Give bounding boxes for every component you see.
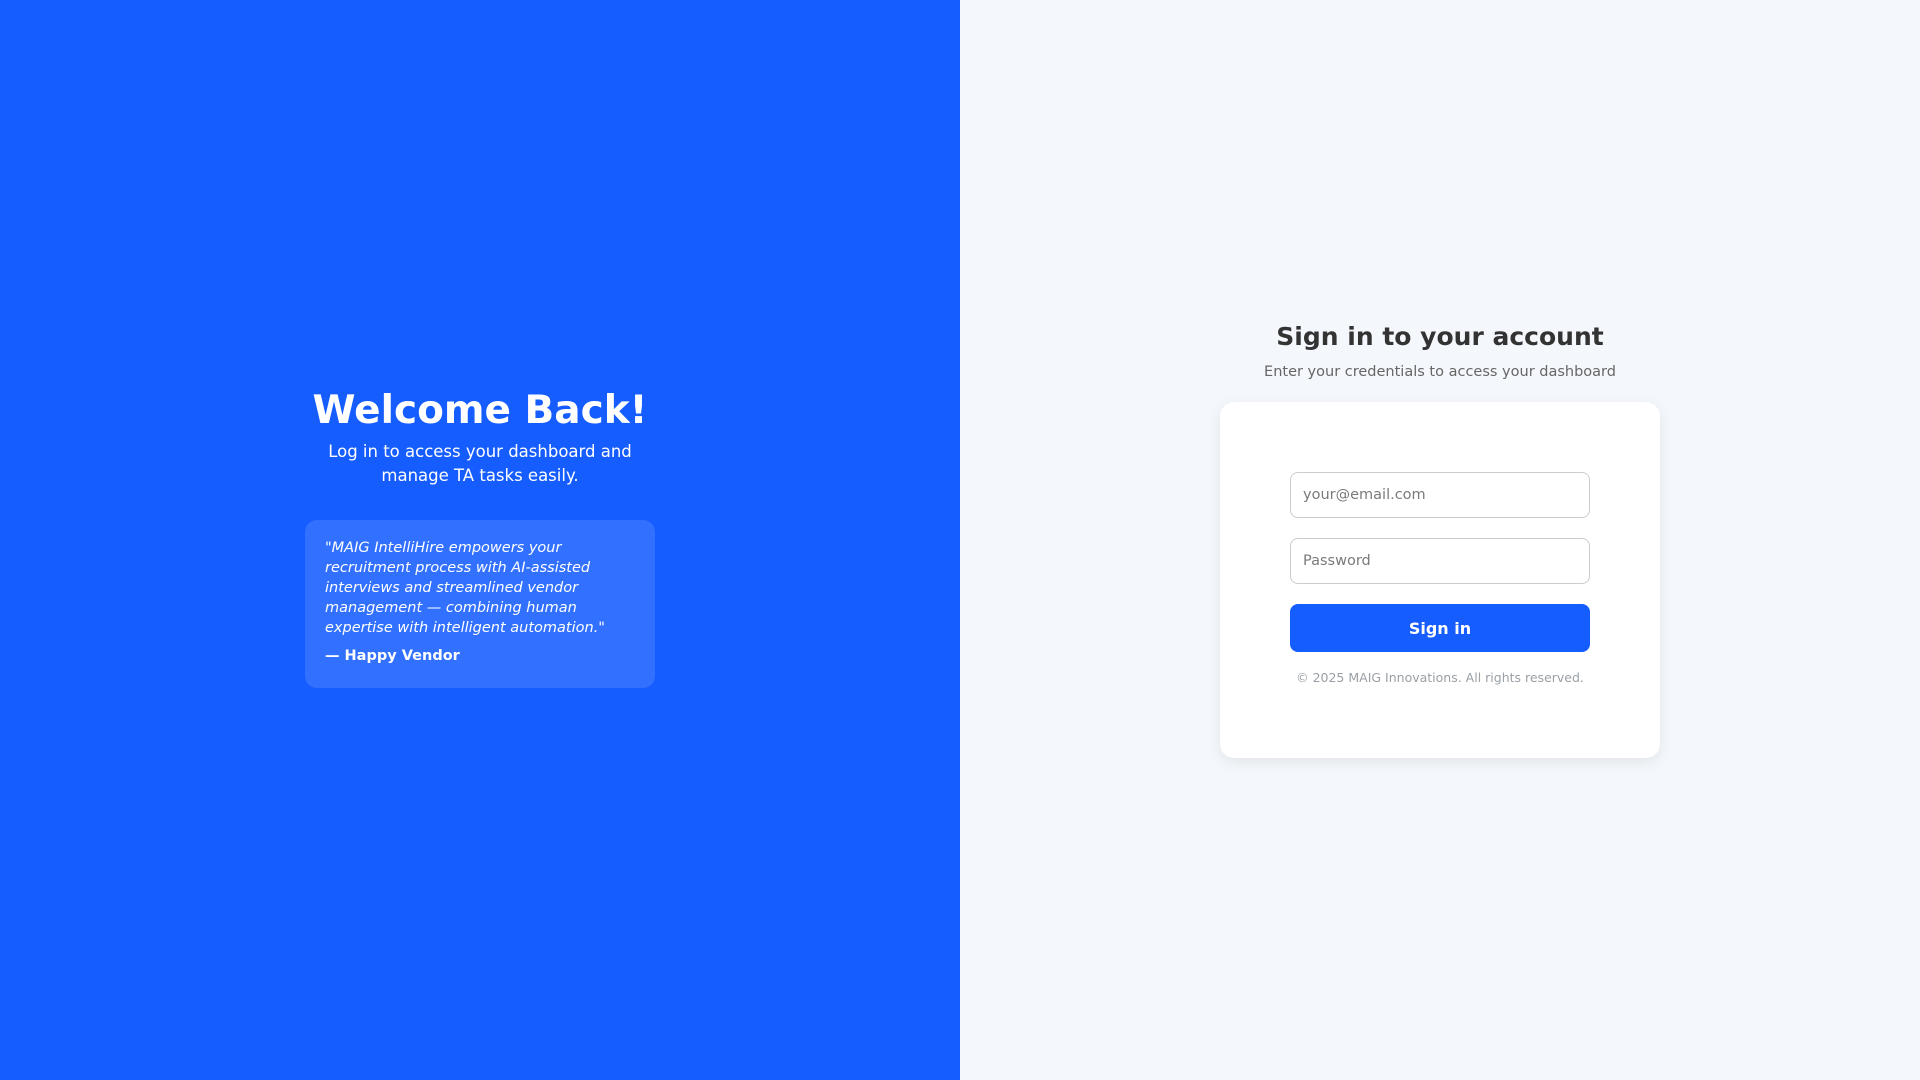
signin-panel: Sign in to your account Enter your crede…: [960, 0, 1920, 1080]
testimonial-quote: "MAIG IntelliHire empowers your recruitm…: [325, 540, 605, 636]
login-page: Welcome Back! Log in to access your dash…: [0, 0, 1920, 1080]
welcome-title: Welcome Back!: [312, 388, 648, 433]
testimonial-card: "MAIG IntelliHire empowers your recruitm…: [305, 520, 655, 688]
copyright-text: © 2025 MAIG Innovations. All rights rese…: [1296, 670, 1584, 685]
signin-title: Sign in to your account: [1276, 322, 1604, 351]
signin-subtitle: Enter your credentials to access your da…: [1264, 364, 1616, 380]
welcome-panel: Welcome Back! Log in to access your dash…: [0, 0, 960, 1080]
welcome-subtitle: Log in to access your dashboard and mana…: [328, 442, 632, 485]
login-card: Sign in © 2025 MAIG Innovations. All rig…: [1220, 402, 1660, 758]
password-field[interactable]: [1290, 538, 1590, 584]
signin-button[interactable]: Sign in: [1290, 604, 1590, 652]
email-field[interactable]: [1290, 472, 1590, 518]
testimonial-author: — Happy Vendor: [325, 648, 460, 664]
